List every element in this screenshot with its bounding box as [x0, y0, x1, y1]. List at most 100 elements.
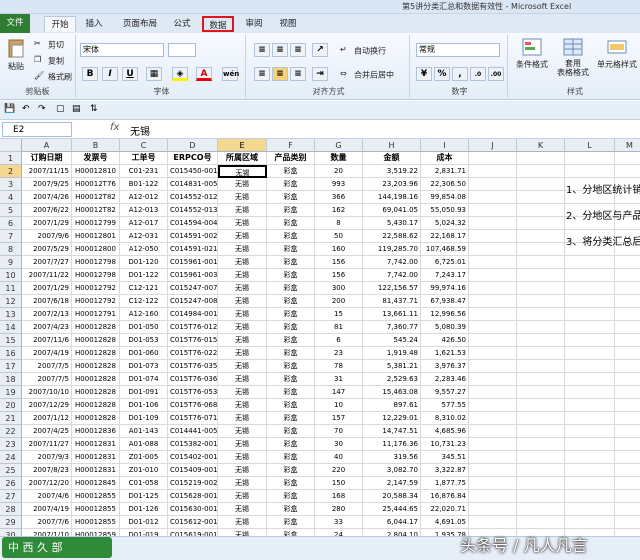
indent-button[interactable]: ⇥	[312, 67, 328, 81]
table-cell[interactable]: 1,919.48	[363, 347, 421, 360]
table-cell[interactable]: D01-109	[120, 412, 168, 425]
new-icon[interactable]: ▢	[56, 104, 65, 114]
row-header[interactable]: 29	[0, 516, 22, 529]
empty-cell[interactable]	[469, 490, 517, 503]
table-cell[interactable]: 彩盒	[267, 269, 315, 282]
table-cell[interactable]: 20,588.34	[363, 490, 421, 503]
table-cell[interactable]: H00012855	[72, 503, 120, 516]
table-cell[interactable]: 4,691.05	[421, 516, 469, 529]
table-cell[interactable]: 4,685.96	[421, 425, 469, 438]
align-left-button[interactable]: ≡	[254, 67, 270, 81]
table-cell[interactable]: C014594-004	[168, 217, 218, 230]
table-cell[interactable]: 2007/4/19	[22, 347, 72, 360]
column-header-j[interactable]: J	[469, 139, 517, 152]
empty-cell[interactable]	[469, 347, 517, 360]
italic-button[interactable]: I	[102, 67, 118, 81]
increase-decimal-button[interactable]: .0	[470, 67, 486, 81]
table-cell[interactable]: 无锡	[218, 282, 267, 295]
table-cell[interactable]: 122,156.57	[363, 282, 421, 295]
column-header-g[interactable]: G	[315, 139, 363, 152]
table-cell[interactable]: 彩盒	[267, 230, 315, 243]
empty-cell[interactable]	[469, 295, 517, 308]
header-cell[interactable]: 成本	[421, 152, 469, 165]
row-header[interactable]: 11	[0, 282, 22, 295]
table-cell[interactable]: H00012855	[72, 516, 120, 529]
table-cell[interactable]: 2007/10/10	[22, 386, 72, 399]
table-cell[interactable]: 2007/7/6	[22, 516, 72, 529]
column-header-b[interactable]: B	[72, 139, 120, 152]
border-button[interactable]: ▦	[146, 67, 162, 81]
table-cell[interactable]: 162	[315, 204, 363, 217]
row-header[interactable]: 10	[0, 269, 22, 282]
table-cell[interactable]: 8,310.02	[421, 412, 469, 425]
header-cell[interactable]: 金额	[363, 152, 421, 165]
table-cell[interactable]: H00012828	[72, 334, 120, 347]
empty-cell[interactable]	[565, 503, 615, 516]
table-cell[interactable]: 5,430.17	[363, 217, 421, 230]
table-cell[interactable]: 993	[315, 178, 363, 191]
table-cell[interactable]: C015T76-036	[168, 373, 218, 386]
empty-cell[interactable]	[565, 334, 615, 347]
bold-button[interactable]: B	[82, 67, 98, 81]
column-header-d[interactable]: D	[168, 139, 218, 152]
table-cell[interactable]: 无锡	[218, 412, 267, 425]
table-cell[interactable]: 彩盒	[267, 347, 315, 360]
empty-cell[interactable]	[469, 165, 517, 178]
table-cell[interactable]: A12-017	[120, 217, 168, 230]
table-cell[interactable]: 无锡	[218, 217, 267, 230]
table-cell[interactable]: 319.56	[363, 451, 421, 464]
table-cell[interactable]: 2007/2/13	[22, 308, 72, 321]
empty-cell[interactable]	[517, 243, 565, 256]
empty-cell[interactable]	[517, 399, 565, 412]
table-cell[interactable]: C015402-001	[168, 451, 218, 464]
empty-cell[interactable]	[615, 321, 640, 334]
table-cell[interactable]: 2007/1/12	[22, 412, 72, 425]
empty-cell[interactable]	[469, 386, 517, 399]
table-cell[interactable]: 彩盒	[267, 243, 315, 256]
empty-cell[interactable]	[615, 399, 640, 412]
table-cell[interactable]: 彩盒	[267, 191, 315, 204]
accounting-button[interactable]: ¥	[416, 67, 432, 81]
table-cell[interactable]: 144,198.16	[363, 191, 421, 204]
empty-cell[interactable]	[469, 178, 517, 191]
table-cell[interactable]: A12-160	[120, 308, 168, 321]
table-cell[interactable]: A12-050	[120, 243, 168, 256]
table-cell[interactable]: 无锡	[218, 191, 267, 204]
empty-cell[interactable]	[615, 334, 640, 347]
table-cell[interactable]: H00012845	[72, 477, 120, 490]
empty-cell[interactable]	[517, 217, 565, 230]
tab-formulas[interactable]: 公式	[170, 16, 194, 32]
header-cell[interactable]: 订购日期	[22, 152, 72, 165]
table-cell[interactable]: H00012828	[72, 321, 120, 334]
table-cell[interactable]: A01-143	[120, 425, 168, 438]
empty-cell[interactable]	[565, 269, 615, 282]
select-all-corner[interactable]	[0, 139, 22, 152]
table-cell[interactable]: 2007/8/23	[22, 464, 72, 477]
table-cell[interactable]: 2007/12/20	[22, 477, 72, 490]
table-cell[interactable]: A12-031	[120, 230, 168, 243]
table-cell[interactable]: C014441-005	[168, 425, 218, 438]
table-cell[interactable]: H00012T76	[72, 178, 120, 191]
empty-cell[interactable]	[565, 347, 615, 360]
table-cell[interactable]: D01-125	[120, 490, 168, 503]
table-cell[interactable]: 81,437.71	[363, 295, 421, 308]
table-cell[interactable]: H00012828	[72, 412, 120, 425]
column-header-i[interactable]: I	[421, 139, 469, 152]
table-cell[interactable]: 2007/4/26	[22, 191, 72, 204]
fx-icon[interactable]: fx	[110, 122, 119, 133]
table-cell[interactable]: 无锡	[218, 438, 267, 451]
tab-data[interactable]: 数据	[202, 16, 234, 32]
table-cell[interactable]: 70	[315, 425, 363, 438]
table-cell[interactable]: 彩盒	[267, 425, 315, 438]
empty-cell[interactable]	[517, 308, 565, 321]
empty-cell[interactable]	[615, 347, 640, 360]
empty-cell[interactable]	[469, 321, 517, 334]
table-cell[interactable]: 无锡	[218, 464, 267, 477]
table-cell[interactable]: 20	[315, 165, 363, 178]
empty-cell[interactable]	[469, 334, 517, 347]
empty-cell[interactable]	[517, 178, 565, 191]
table-cell[interactable]: 彩盒	[267, 204, 315, 217]
table-cell[interactable]: H00012828	[72, 399, 120, 412]
table-cell[interactable]: 2007/4/19	[22, 503, 72, 516]
empty-cell[interactable]	[565, 165, 615, 178]
